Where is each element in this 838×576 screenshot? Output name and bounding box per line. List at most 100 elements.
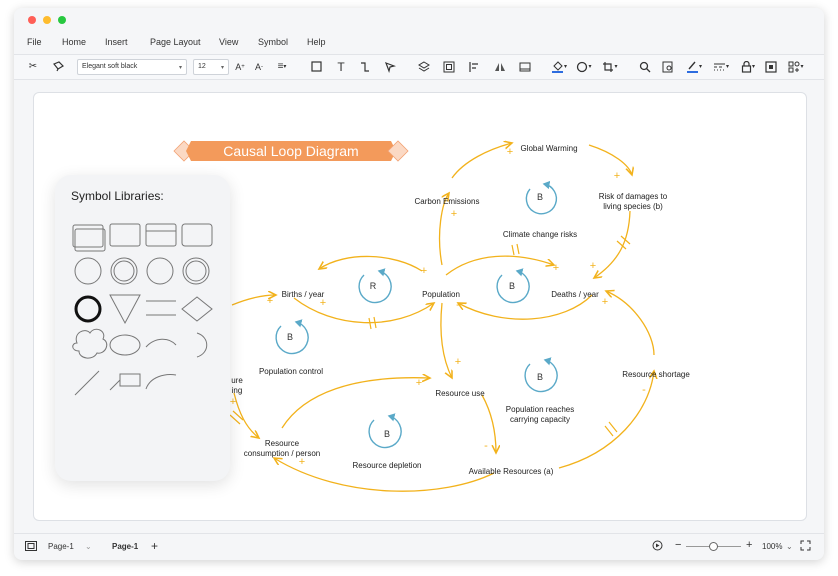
format-painter-icon[interactable] [51,58,65,75]
link-carbon-warming[interactable] [451,143,512,179]
replace-icon[interactable] [660,58,676,75]
node-available-resources[interactable]: Available Resources (a) [469,467,554,476]
distribute-icon[interactable] [517,58,533,75]
shape-rounded-rectangle[interactable] [181,223,213,247]
search-icon[interactable] [637,58,653,75]
shape-rectangle[interactable] [109,223,141,247]
node-reaches-capacity-line2[interactable]: carrying capacity [510,415,570,424]
align-icon[interactable]: ≡ ▾ [272,58,292,75]
node-reaches-capacity-line1[interactable]: Population reaches [506,405,575,414]
crop-icon[interactable]: ▾ [601,58,619,75]
menu-view[interactable]: View [219,37,238,47]
add-page-button[interactable]: + [151,539,158,553]
shape-circle[interactable] [74,257,102,285]
shape-lines[interactable] [146,300,176,316]
chevron-down-icon[interactable]: ⌄ [786,542,793,551]
shape-ellipse[interactable] [109,334,141,356]
zoom-slider-handle[interactable] [709,542,718,551]
node-deaths[interactable]: Deaths / year [551,290,599,299]
menu-insert[interactable]: Insert [105,37,128,47]
layers-icon[interactable] [416,58,432,75]
shape-triangle[interactable] [109,294,141,325]
shape-half-circle[interactable] [196,332,208,358]
node-resource-use[interactable]: Resource use [435,389,485,398]
shape-window[interactable] [145,223,177,247]
shape-bold-circle[interactable] [74,295,102,323]
zoom-out-button[interactable]: − [675,539,681,551]
node-partial-line2[interactable]: ing [232,386,243,395]
zoom-in-button[interactable]: + [746,539,752,551]
pointer-icon[interactable] [382,58,398,75]
text-icon[interactable]: T [333,58,349,75]
link-population-deaths[interactable] [445,255,554,276]
menu-page-layout[interactable]: Page Layout [150,37,201,47]
close-window-button[interactable] [28,16,36,24]
node-resource-depletion[interactable]: Resource depletion [353,461,422,470]
presentation-icon[interactable] [652,540,663,553]
node-births[interactable]: Births / year [282,290,325,299]
more-icon[interactable]: ▾ [786,58,806,75]
lock-icon[interactable]: ▾ [738,58,758,75]
link-warming-risk[interactable] [588,144,632,175]
node-consumption-line1[interactable]: Resource [265,439,300,448]
node-risk-damages-line1[interactable]: Risk of damages to [599,192,668,201]
shape-double-circle[interactable] [110,257,138,285]
page-selector[interactable]: Page-1 [48,542,74,551]
shape-arc[interactable] [145,338,177,348]
link-births-population[interactable] [293,297,434,324]
menu-home[interactable]: Home [62,37,86,47]
fill-icon[interactable]: ▾ [550,58,568,75]
shrink-font-icon[interactable]: A- [252,58,266,75]
line-color-icon[interactable]: ▾ [684,58,704,75]
menu-file[interactable]: File [27,37,42,47]
node-carbon-emissions[interactable]: Carbon Emissions [415,197,480,206]
page-panel-icon[interactable] [25,541,37,553]
zoom-level[interactable]: 100% [762,542,782,551]
cut-icon[interactable]: ✂ [26,58,40,75]
connector-icon[interactable] [357,58,373,75]
shape-ring[interactable] [182,257,210,285]
polarity-plus: + [230,396,236,408]
diagram-title-banner[interactable]: Causal Loop Diagram [173,140,409,162]
link-population-births[interactable] [319,255,423,272]
group-icon[interactable] [441,58,457,75]
chevron-down-icon[interactable]: ⌄ [85,542,92,551]
shape-callout[interactable] [109,373,141,391]
menu-help[interactable]: Help [307,37,326,47]
font-size-select[interactable]: 12 ▾ [193,59,229,75]
shape-diamond[interactable] [181,296,213,322]
shape-line[interactable] [74,370,100,396]
node-risk-damages-line2[interactable]: living species (b) [603,202,663,211]
node-population[interactable]: Population [422,290,460,299]
shape-multi-page[interactable] [72,224,106,252]
link-population-resource-use[interactable] [440,302,452,378]
shadow-icon[interactable]: ▾ [575,58,593,75]
link-shortage-deaths[interactable] [606,291,655,356]
font-family-select[interactable]: Elegant soft black ▾ [77,59,187,75]
link-risk-deaths[interactable] [594,210,631,278]
flip-icon[interactable] [492,58,508,75]
shape-curve[interactable] [145,374,177,390]
node-climate-risks[interactable]: Climate change risks [503,230,577,239]
maximize-window-button[interactable] [58,16,66,24]
shape-cloud[interactable] [72,328,108,359]
link-available-shortage[interactable] [558,371,654,469]
align-left-icon[interactable] [466,58,482,75]
shape-circle-outline[interactable] [146,257,174,285]
fullscreen-icon[interactable] [800,540,811,553]
node-partial-line1[interactable]: ure [231,376,243,385]
frame-icon[interactable] [764,58,778,75]
rectangle-icon[interactable] [308,58,324,75]
grow-font-icon[interactable]: A + [233,58,247,75]
node-resource-shortage[interactable]: Resource shortage [622,370,690,379]
minimize-window-button[interactable] [43,16,51,24]
node-population-control[interactable]: Population control [259,367,323,376]
menu-symbol[interactable]: Symbol [258,37,288,47]
polarity-plus: + [614,170,620,182]
node-global-warming[interactable]: Global Warming [520,144,577,153]
diagram-title: Causal Loop Diagram [223,143,358,159]
link-consumption-resource-use[interactable] [281,378,430,429]
tab-page-1[interactable]: Page-1 [112,542,138,551]
line-style-icon[interactable]: ▾ [711,58,731,75]
node-consumption-line2[interactable]: consumption / person [244,449,321,458]
